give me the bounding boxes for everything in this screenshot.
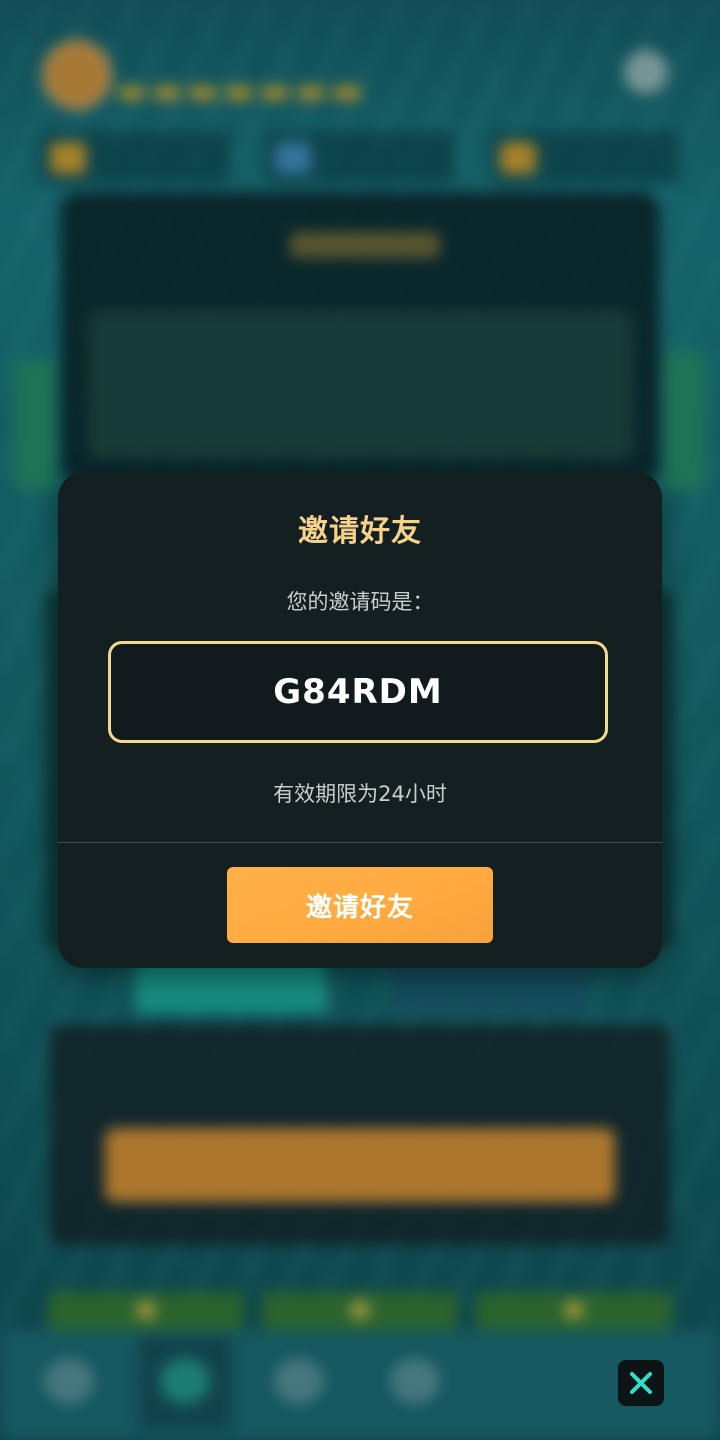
close-button[interactable] [618, 1360, 664, 1406]
invite-code-value: G84RDM [273, 672, 443, 712]
close-icon [630, 1372, 652, 1394]
invite-code-label: 您的邀请码是： [286, 590, 434, 614]
invite-code-box[interactable]: G84RDM [108, 641, 608, 743]
dialog-title: 邀请好友 [298, 514, 422, 549]
invite-friends-button[interactable]: 邀请好友 [227, 867, 493, 943]
invite-friends-dialog: 邀请好友 您的邀请码是： G84RDM 有效期限为24小时 邀请好友 [58, 472, 662, 968]
validity-text: 有效期限为24小时 [273, 782, 447, 806]
divider [58, 842, 662, 843]
